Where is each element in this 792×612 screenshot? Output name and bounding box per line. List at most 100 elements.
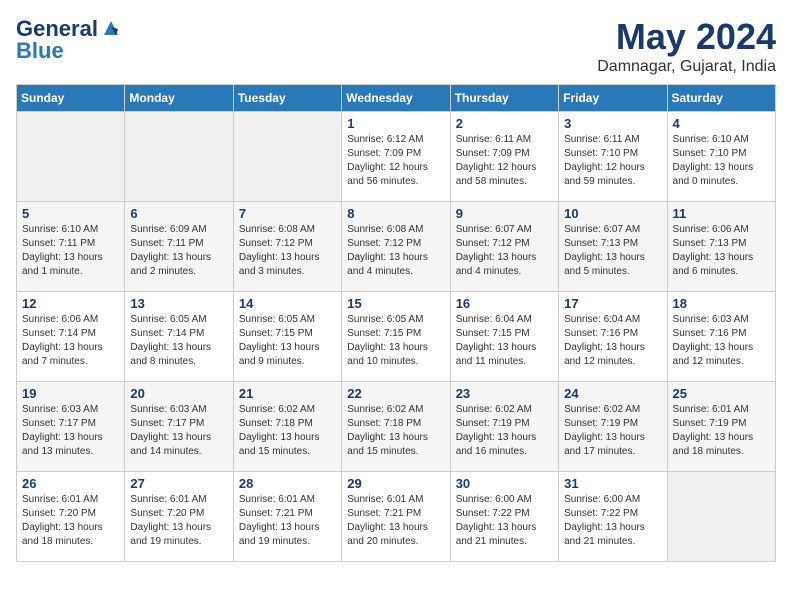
day-number: 25 [673, 386, 770, 401]
weekday-header-sunday: Sunday [17, 85, 125, 112]
day-number: 23 [456, 386, 553, 401]
day-number: 12 [22, 296, 119, 311]
calendar-cell: 26 Sunrise: 6:01 AM Sunset: 7:20 PM Dayli… [17, 472, 125, 562]
cell-info: Sunrise: 6:11 AM Sunset: 7:09 PM Dayligh… [456, 133, 553, 189]
cell-info: Sunrise: 6:03 AM Sunset: 7:16 PM Dayligh… [673, 313, 770, 369]
weekday-header-saturday: Saturday [667, 85, 775, 112]
day-number: 30 [456, 476, 553, 491]
weekday-header-thursday: Thursday [450, 85, 558, 112]
cell-info: Sunrise: 6:02 AM Sunset: 7:18 PM Dayligh… [347, 403, 444, 459]
calendar-cell: 5 Sunrise: 6:10 AM Sunset: 7:11 PM Daylig… [17, 202, 125, 292]
cell-info: Sunrise: 6:05 AM Sunset: 7:14 PM Dayligh… [130, 313, 227, 369]
cell-info: Sunrise: 6:01 AM Sunset: 7:21 PM Dayligh… [347, 493, 444, 549]
day-number: 27 [130, 476, 227, 491]
cell-info: Sunrise: 6:01 AM Sunset: 7:20 PM Dayligh… [22, 493, 119, 549]
calendar-cell [233, 112, 341, 202]
calendar-cell: 15Sunrise: 6:05 AM Sunset: 7:15 PM Dayli… [342, 292, 450, 382]
calendar-cell: 8 Sunrise: 6:08 AM Sunset: 7:12 PM Daylig… [342, 202, 450, 292]
cell-info: Sunrise: 6:11 AM Sunset: 7:10 PM Dayligh… [564, 133, 661, 189]
day-number: 13 [130, 296, 227, 311]
calendar-cell: 30 Sunrise: 6:00 AM Sunset: 7:22 PM Dayli… [450, 472, 558, 562]
cell-info: Sunrise: 6:01 AM Sunset: 7:19 PM Dayligh… [673, 403, 770, 459]
calendar-cell: 22 Sunrise: 6:02 AM Sunset: 7:18 PM Dayli… [342, 382, 450, 472]
day-number: 18 [673, 296, 770, 311]
calendar-cell: 13 Sunrise: 6:05 AM Sunset: 7:14 PM Dayli… [125, 292, 233, 382]
cell-info: Sunrise: 6:02 AM Sunset: 7:19 PM Dayligh… [564, 403, 661, 459]
day-number: 16 [456, 296, 553, 311]
day-number: 21 [239, 386, 336, 401]
cell-info: Sunrise: 6:05 AM Sunset: 7:15 PM Dayligh… [239, 313, 336, 369]
day-number: 28 [239, 476, 336, 491]
calendar-cell: 29 Sunrise: 6:01 AM Sunset: 7:21 PM Dayli… [342, 472, 450, 562]
calendar-cell: 20Sunrise: 6:03 AM Sunset: 7:17 PM Dayli… [125, 382, 233, 472]
calendar-cell: 19 Sunrise: 6:03 AM Sunset: 7:17 PM Dayli… [17, 382, 125, 472]
day-number: 15 [347, 296, 444, 311]
calendar-cell: 23 Sunrise: 6:02 AM Sunset: 7:19 PM Dayli… [450, 382, 558, 472]
weekday-header-wednesday: Wednesday [342, 85, 450, 112]
cell-info: Sunrise: 6:06 AM Sunset: 7:13 PM Dayligh… [673, 223, 770, 279]
calendar-cell: 17Sunrise: 6:04 AM Sunset: 7:16 PM Dayli… [559, 292, 667, 382]
logo: General Blue [16, 16, 122, 64]
calendar-cell: 24Sunrise: 6:02 AM Sunset: 7:19 PM Dayli… [559, 382, 667, 472]
day-number: 14 [239, 296, 336, 311]
weekday-header-tuesday: Tuesday [233, 85, 341, 112]
day-number: 2 [456, 116, 553, 131]
day-number: 17 [564, 296, 661, 311]
calendar-cell: 14 Sunrise: 6:05 AM Sunset: 7:15 PM Dayli… [233, 292, 341, 382]
logo-blue: Blue [16, 38, 64, 64]
cell-info: Sunrise: 6:08 AM Sunset: 7:12 PM Dayligh… [347, 223, 444, 279]
day-number: 10 [564, 206, 661, 221]
day-number: 3 [564, 116, 661, 131]
calendar-cell: 16 Sunrise: 6:04 AM Sunset: 7:15 PM Dayli… [450, 292, 558, 382]
calendar-cell: 21 Sunrise: 6:02 AM Sunset: 7:18 PM Dayli… [233, 382, 341, 472]
cell-info: Sunrise: 6:03 AM Sunset: 7:17 PM Dayligh… [130, 403, 227, 459]
cell-info: Sunrise: 6:00 AM Sunset: 7:22 PM Dayligh… [564, 493, 661, 549]
calendar-cell: 12 Sunrise: 6:06 AM Sunset: 7:14 PM Dayli… [17, 292, 125, 382]
title-block: May 2024 Damnagar, Gujarat, India [597, 16, 776, 76]
calendar-cell: 31 Sunrise: 6:00 AM Sunset: 7:22 PM Dayli… [559, 472, 667, 562]
calendar-cell [667, 472, 775, 562]
day-number: 31 [564, 476, 661, 491]
calendar-cell: 1 Sunrise: 6:12 AM Sunset: 7:09 PM Daylig… [342, 112, 450, 202]
calendar-cell: 25 Sunrise: 6:01 AM Sunset: 7:19 PM Dayli… [667, 382, 775, 472]
calendar-cell: 6Sunrise: 6:09 AM Sunset: 7:11 PM Daylig… [125, 202, 233, 292]
calendar-cell: 4Sunrise: 6:10 AM Sunset: 7:10 PM Daylig… [667, 112, 775, 202]
page-header: General Blue May 2024 Damnagar, Gujarat,… [16, 16, 776, 76]
day-number: 1 [347, 116, 444, 131]
cell-info: Sunrise: 6:03 AM Sunset: 7:17 PM Dayligh… [22, 403, 119, 459]
calendar-cell [125, 112, 233, 202]
cell-info: Sunrise: 6:10 AM Sunset: 7:11 PM Dayligh… [22, 223, 119, 279]
cell-info: Sunrise: 6:00 AM Sunset: 7:22 PM Dayligh… [456, 493, 553, 549]
calendar-cell: 18 Sunrise: 6:03 AM Sunset: 7:16 PM Dayli… [667, 292, 775, 382]
cell-info: Sunrise: 6:06 AM Sunset: 7:14 PM Dayligh… [22, 313, 119, 369]
cell-info: Sunrise: 6:08 AM Sunset: 7:12 PM Dayligh… [239, 223, 336, 279]
location: Damnagar, Gujarat, India [597, 58, 776, 76]
cell-info: Sunrise: 6:01 AM Sunset: 7:20 PM Dayligh… [130, 493, 227, 549]
calendar-cell [17, 112, 125, 202]
day-number: 19 [22, 386, 119, 401]
cell-info: Sunrise: 6:07 AM Sunset: 7:13 PM Dayligh… [564, 223, 661, 279]
weekday-header-friday: Friday [559, 85, 667, 112]
calendar-cell: 9Sunrise: 6:07 AM Sunset: 7:12 PM Daylig… [450, 202, 558, 292]
day-number: 8 [347, 206, 444, 221]
cell-info: Sunrise: 6:02 AM Sunset: 7:18 PM Dayligh… [239, 403, 336, 459]
month-title: May 2024 [597, 16, 776, 58]
day-number: 22 [347, 386, 444, 401]
calendar-cell: 10 Sunrise: 6:07 AM Sunset: 7:13 PM Dayli… [559, 202, 667, 292]
cell-info: Sunrise: 6:02 AM Sunset: 7:19 PM Dayligh… [456, 403, 553, 459]
day-number: 5 [22, 206, 119, 221]
day-number: 7 [239, 206, 336, 221]
calendar-cell: 11Sunrise: 6:06 AM Sunset: 7:13 PM Dayli… [667, 202, 775, 292]
calendar-cell: 7 Sunrise: 6:08 AM Sunset: 7:12 PM Daylig… [233, 202, 341, 292]
cell-info: Sunrise: 6:12 AM Sunset: 7:09 PM Dayligh… [347, 133, 444, 189]
calendar-cell: 27 Sunrise: 6:01 AM Sunset: 7:20 PM Dayli… [125, 472, 233, 562]
calendar-table: SundayMondayTuesdayWednesdayThursdayFrid… [16, 84, 776, 562]
day-number: 9 [456, 206, 553, 221]
cell-info: Sunrise: 6:04 AM Sunset: 7:15 PM Dayligh… [456, 313, 553, 369]
cell-info: Sunrise: 6:10 AM Sunset: 7:10 PM Dayligh… [673, 133, 770, 189]
day-number: 29 [347, 476, 444, 491]
calendar-cell: 3 Sunrise: 6:11 AM Sunset: 7:10 PM Daylig… [559, 112, 667, 202]
day-number: 26 [22, 476, 119, 491]
day-number: 6 [130, 206, 227, 221]
cell-info: Sunrise: 6:01 AM Sunset: 7:21 PM Dayligh… [239, 493, 336, 549]
